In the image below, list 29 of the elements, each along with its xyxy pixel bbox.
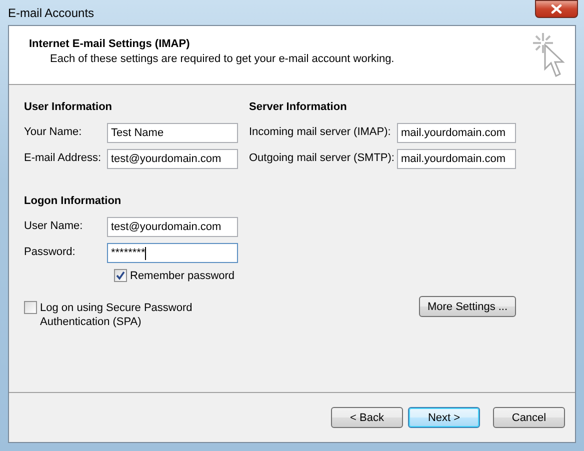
checkbox-label: Remember password: [130, 269, 235, 283]
text-field[interactable]: test@yourdomain.com: [107, 217, 238, 237]
section-heading: User Information: [24, 101, 114, 115]
dialog-button[interactable]: Cancel: [493, 407, 565, 428]
cursor-sparkle-icon: [531, 31, 565, 79]
close-icon: [551, 4, 562, 14]
more-settings-button[interactable]: More Settings ...: [419, 296, 516, 317]
close-button[interactable]: [535, 0, 578, 18]
field-label: E-mail Address:: [24, 151, 102, 164]
field-label: Your Name:: [24, 125, 83, 138]
header-description: Each of these settings are required to get your e-mail account working.: [49, 53, 394, 65]
checkbox[interactable]: [114, 269, 127, 282]
text-field[interactable]: Test Name: [107, 123, 238, 143]
text-field[interactable]: mail.yourdomain.com: [397, 149, 516, 169]
section-heading: Logon Information: [24, 195, 122, 209]
field-label: Incoming mail server (IMAP):: [249, 125, 392, 138]
text-field[interactable]: mail.yourdomain.com: [397, 123, 516, 143]
checkbox-label: Log on using Secure Password Authentication (SPA): [40, 301, 194, 329]
password-field[interactable]: ********: [107, 243, 238, 263]
dialog-button[interactable]: Next >: [408, 407, 480, 428]
section-heading: Server Information: [249, 101, 348, 115]
dialog-button[interactable]: < Back: [331, 407, 403, 428]
window-title: E-mail Accounts: [8, 6, 94, 20]
field-label: Password:: [24, 245, 76, 258]
header-title: Internet E-mail Settings (IMAP): [29, 38, 191, 50]
field-label: User Name:: [24, 219, 84, 232]
text-field[interactable]: test@yourdomain.com: [107, 149, 238, 169]
field-label: Outgoing mail server (SMTP):: [249, 151, 396, 164]
checkbox[interactable]: [24, 301, 37, 314]
